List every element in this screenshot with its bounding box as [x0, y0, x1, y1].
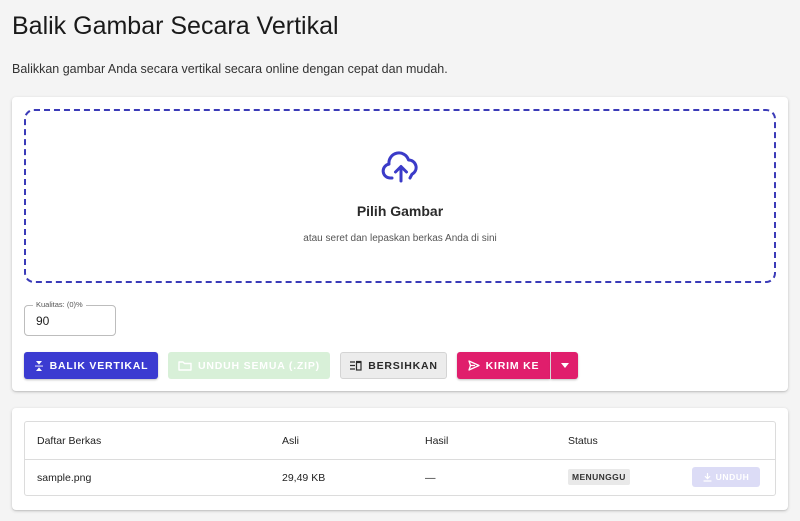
column-header-result: Hasil — [425, 435, 449, 447]
page-title: Balik Gambar Secara Vertikal — [12, 12, 339, 40]
cloud-upload-icon — [381, 151, 418, 183]
flip-vertical-label: BALIK VERTIKAL — [49, 359, 149, 372]
flip-vertical-button[interactable]: BALIK VERTIKAL — [24, 352, 158, 379]
quality-input[interactable] — [25, 306, 115, 335]
status-badge: MENUNGGU — [568, 469, 630, 485]
file-table: Daftar Berkas Asli Hasil Status sample.p… — [24, 421, 776, 496]
download-file-label: UNDUH — [715, 472, 750, 482]
dropzone-hint: atau seret dan lepaskan berkas Anda di s… — [303, 233, 497, 244]
dropzone-title: Pilih Gambar — [356, 203, 444, 219]
image-dropzone[interactable]: Pilih Gambar atau seret dan lepaskan ber… — [24, 109, 776, 283]
download-all-zip-label: UNDUH SEMUA (.ZIP) — [198, 359, 320, 372]
download-all-zip-button[interactable]: UNDUH SEMUA (.ZIP) — [168, 352, 330, 379]
caret-down-icon — [560, 363, 569, 368]
send-to-dropdown-button[interactable] — [551, 352, 578, 379]
download-file-button[interactable]: UNDUH — [692, 467, 760, 487]
file-original-size: 29,49 KB — [282, 472, 326, 484]
quality-field: Kualitas: (0)% — [24, 300, 116, 336]
file-result-size: — — [425, 472, 436, 484]
page-description: Balikkan gambar Anda secara vertikal sec… — [12, 62, 448, 76]
file-name: sample.png — [37, 472, 92, 484]
folder-icon — [178, 361, 192, 371]
send-icon — [468, 360, 480, 371]
upload-card: Pilih Gambar atau seret dan lepaskan ber… — [12, 97, 788, 391]
column-header-file-list: Daftar Berkas — [37, 435, 102, 447]
send-to-button[interactable]: KIRIM KE — [457, 352, 550, 379]
clear-button[interactable]: BERSIHKAN — [340, 352, 447, 379]
flip-vertical-icon — [34, 360, 43, 371]
header-divider — [25, 459, 775, 460]
clear-list-icon — [350, 360, 362, 371]
column-header-original: Asli — [282, 435, 299, 447]
column-header-status: Status — [568, 435, 598, 447]
download-icon — [703, 472, 712, 482]
send-to-label: KIRIM KE — [485, 359, 540, 372]
clear-label: BERSIHKAN — [368, 359, 438, 372]
file-list-card: Daftar Berkas Asli Hasil Status sample.p… — [12, 408, 788, 510]
